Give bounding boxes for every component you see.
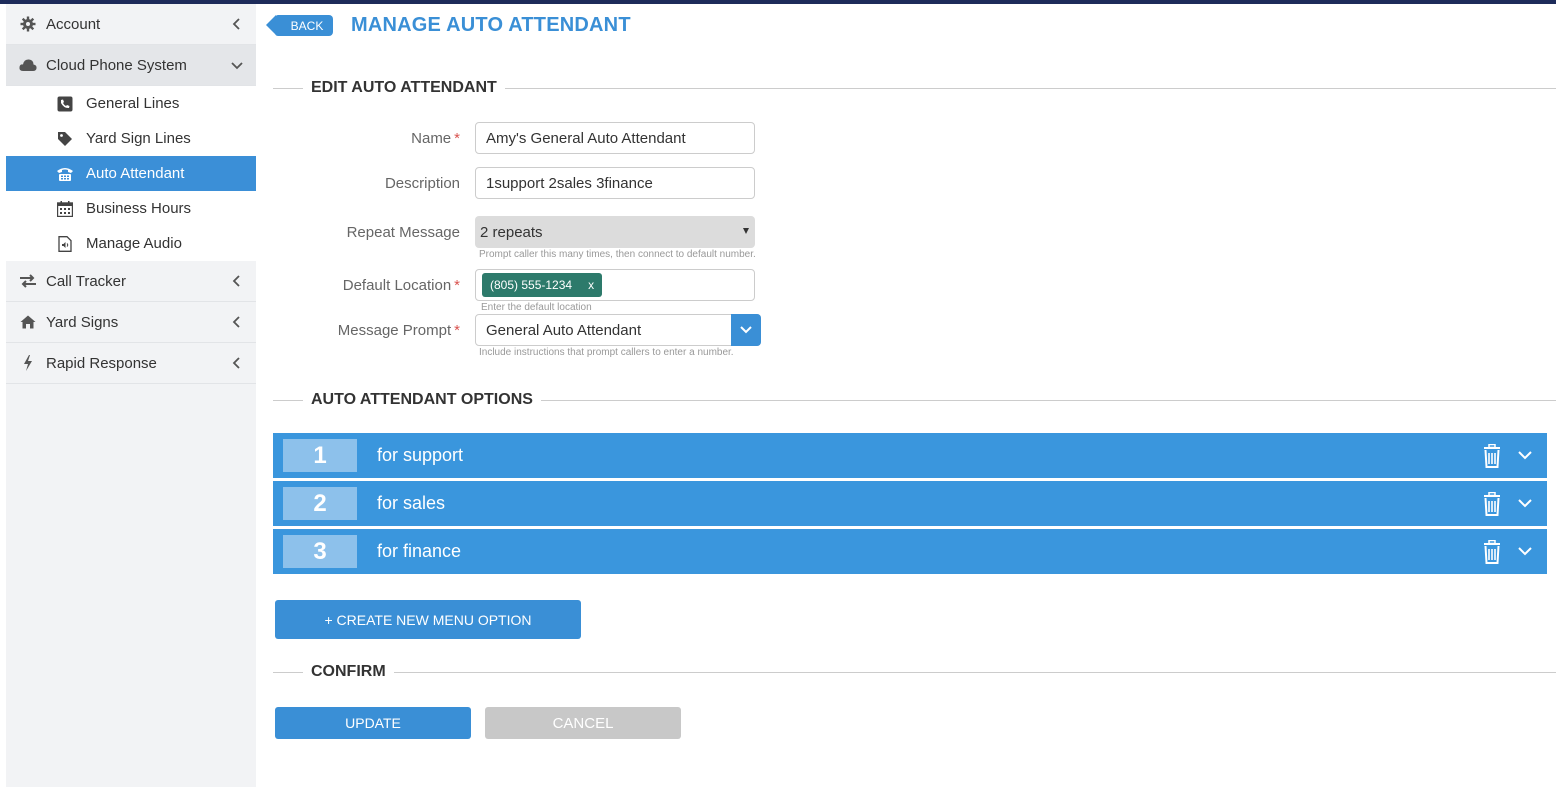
bolt-icon <box>18 353 38 373</box>
sidebar-item-yard-signs[interactable]: Yard Signs <box>6 302 256 343</box>
repeat-message-value: 2 repeats <box>480 223 543 241</box>
gear-icon <box>18 14 38 34</box>
name-label: Name * <box>411 130 460 147</box>
trash-icon[interactable] <box>1481 443 1503 468</box>
sidebar-item-cloud-phone-system[interactable]: Cloud Phone System <box>6 45 256 86</box>
trash-icon[interactable] <box>1481 539 1503 564</box>
caret-down-icon <box>743 228 749 234</box>
sidebar-item-label: Call Tracker <box>46 272 127 290</box>
section-title: AUTO ATTENDANT OPTIONS <box>311 391 533 408</box>
required-asterisk: * <box>454 277 460 294</box>
description-field[interactable]: 1support 2sales 3finance <box>475 167 755 199</box>
menu-option-row[interactable]: 3 for finance <box>273 529 1547 574</box>
sidebar-sub-label: Auto Attendant <box>86 165 185 182</box>
home-icon <box>18 312 38 332</box>
sidebar-item-yard-sign-lines[interactable]: Yard Sign Lines <box>6 121 256 156</box>
chevron-down-icon[interactable] <box>1517 543 1533 559</box>
chevron-down-icon[interactable] <box>1517 495 1533 511</box>
page-title: MANAGE AUTO ATTENDANT <box>351 14 631 36</box>
section-title: CONFIRM <box>311 663 386 680</box>
chevron-left-icon <box>230 315 244 329</box>
section-heading-confirm: CONFIRM <box>273 662 1556 682</box>
option-key: 1 <box>283 439 357 472</box>
sidebar-sub-label: Business Hours <box>86 200 192 217</box>
remove-tag-button[interactable]: x <box>588 278 594 292</box>
cancel-button[interactable]: CANCEL <box>485 707 681 739</box>
sidebar-item-label: Cloud Phone System <box>46 56 187 74</box>
section-title: EDIT AUTO ATTENDANT <box>311 79 497 96</box>
fax-phone-icon <box>56 165 74 183</box>
required-asterisk: * <box>454 130 460 147</box>
chevron-down-icon <box>230 58 244 72</box>
sidebar-item-auto-attendant[interactable]: Auto Attendant <box>6 156 256 191</box>
message-prompt-select[interactable]: General Auto Attendant <box>475 314 761 346</box>
repeat-help-text: Prompt caller this many times, then conn… <box>479 249 756 260</box>
sidebar-item-manage-audio[interactable]: Manage Audio <box>6 226 256 261</box>
update-button[interactable]: UPDATE <box>275 707 471 739</box>
sidebar-sub-label: General Lines <box>86 95 180 112</box>
back-button[interactable]: BACK <box>266 15 333 36</box>
message-prompt-label: Message Prompt * <box>337 322 460 339</box>
cloud-icon <box>18 55 38 75</box>
chevron-left-icon <box>230 356 244 370</box>
name-field[interactable]: Amy's General Auto Attendant <box>475 122 755 154</box>
tag-icon <box>56 130 74 148</box>
exchange-icon <box>18 271 38 291</box>
calendar-icon <box>56 200 74 218</box>
location-tag-label: (805) 555-1234 <box>490 278 573 292</box>
section-heading-options: AUTO ATTENDANT OPTIONS <box>273 390 1556 410</box>
sidebar-item-label: Yard Signs <box>46 313 119 331</box>
repeat-message-label: Repeat Message <box>346 224 460 241</box>
required-asterisk: * <box>454 322 460 339</box>
option-key: 2 <box>283 487 357 520</box>
location-tag: (805) 555-1234 x <box>482 273 603 297</box>
description-label: Description <box>384 175 460 192</box>
sidebar-item-business-hours[interactable]: Business Hours <box>6 191 256 226</box>
chevron-down-icon[interactable] <box>731 314 761 346</box>
option-label: for finance <box>377 541 462 561</box>
trash-icon[interactable] <box>1481 491 1503 516</box>
sidebar-item-call-tracker[interactable]: Call Tracker <box>6 261 256 302</box>
chevron-left-icon <box>230 17 244 31</box>
menu-option-row[interactable]: 2 for sales <box>273 481 1547 526</box>
prompt-help-text: Include instructions that prompt callers… <box>479 347 734 358</box>
sidebar-item-label: Account <box>46 15 101 33</box>
sidebar-item-account[interactable]: Account <box>6 4 256 45</box>
sidebar-sub-label: Manage Audio <box>86 235 182 252</box>
section-heading-edit: EDIT AUTO ATTENDANT <box>273 78 1556 98</box>
chevron-down-icon[interactable] <box>1517 447 1533 463</box>
option-label: for support <box>377 445 464 465</box>
sidebar-item-label: Rapid Response <box>46 354 157 372</box>
chevron-left-icon <box>230 274 244 288</box>
create-menu-option-button[interactable]: + CREATE NEW MENU OPTION <box>275 600 581 639</box>
phone-square-icon <box>56 95 74 113</box>
repeat-message-select[interactable]: 2 repeats <box>475 216 755 248</box>
sidebar-item-general-lines[interactable]: General Lines <box>6 86 256 121</box>
sidebar: Account Cloud Phone System General Lines… <box>6 4 256 787</box>
sidebar-item-rapid-response[interactable]: Rapid Response <box>6 343 256 384</box>
option-key: 3 <box>283 535 357 568</box>
audio-file-icon <box>56 235 74 253</box>
message-prompt-value: General Auto Attendant <box>486 321 642 339</box>
sidebar-sub-label: Yard Sign Lines <box>86 130 191 147</box>
menu-option-row[interactable]: 1 for support <box>273 433 1547 478</box>
default-location-label: Default Location * <box>342 277 460 294</box>
option-label: for sales <box>377 493 446 513</box>
location-help-text: Enter the default location <box>481 302 592 313</box>
